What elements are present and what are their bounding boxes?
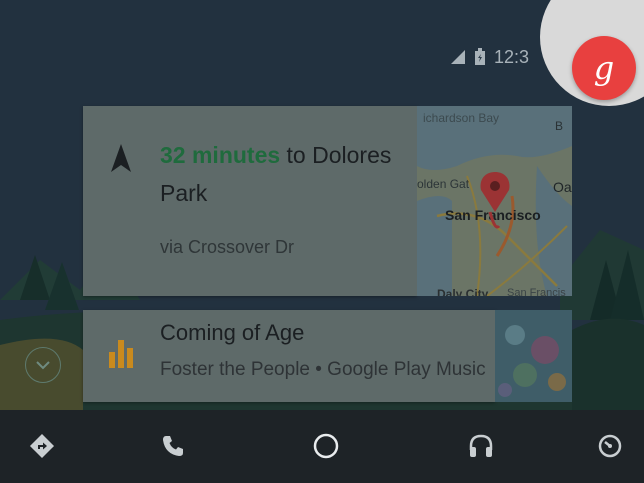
nav-home-button[interactable] — [308, 428, 344, 464]
clock: 12:3 — [494, 46, 530, 67]
map-label-bay: ichardson Bay — [423, 111, 499, 125]
expand-button[interactable] — [25, 347, 61, 383]
chevron-down-icon — [36, 361, 50, 370]
android-auto-screen: 12:3 32 minutes to Dolores Park via Cros… — [0, 0, 644, 483]
navigation-card[interactable]: 32 minutes to Dolores Park via Crossover… — [83, 106, 417, 296]
album-art — [495, 310, 572, 402]
status-bar: 12:3 — [450, 44, 529, 70]
google-g-icon: g — [593, 49, 615, 87]
map-graphic: ichardson Bay B olden Gat Oa San Francis… — [417, 106, 572, 296]
map-label-gate: olden Gat — [417, 177, 470, 191]
directions-icon — [29, 433, 55, 459]
home-circle-icon — [313, 433, 339, 459]
navigation-arrow-icon — [111, 144, 131, 172]
map-label-sanfran2: San Francis — [507, 287, 566, 296]
route-via: via Crossover Dr — [160, 237, 295, 257]
equalizer-icon — [109, 340, 133, 368]
phone-icon — [163, 436, 183, 456]
map-label-oak: Oa — [553, 179, 572, 195]
eta-title: 32 minutes to Dolores Park — [160, 136, 400, 212]
album-art-graphic — [495, 310, 572, 402]
battery-icon — [475, 48, 485, 65]
recents-icon — [598, 434, 622, 458]
nav-phone-button[interactable] — [155, 428, 191, 464]
route-map[interactable]: ichardson Bay B olden Gat Oa San Francis… — [417, 106, 572, 296]
music-card[interactable]: Coming of Age Foster the People • Google… — [83, 310, 495, 402]
bottom-nav-bar — [0, 410, 644, 483]
google-voice-button[interactable]: g — [572, 36, 636, 100]
nav-directions-button[interactable] — [24, 428, 60, 464]
headphones-icon — [469, 434, 493, 457]
map-label-b: B — [555, 119, 563, 133]
map-label-daly: Daly City — [437, 287, 489, 296]
eta-minutes: 32 minutes — [160, 142, 281, 168]
nav-music-button[interactable] — [463, 428, 499, 464]
nav-recents-button[interactable] — [592, 428, 628, 464]
signal-icon — [451, 50, 465, 64]
song-title: Coming of Age — [160, 320, 305, 345]
song-artist: Foster the People • Google Play Music — [160, 359, 486, 380]
